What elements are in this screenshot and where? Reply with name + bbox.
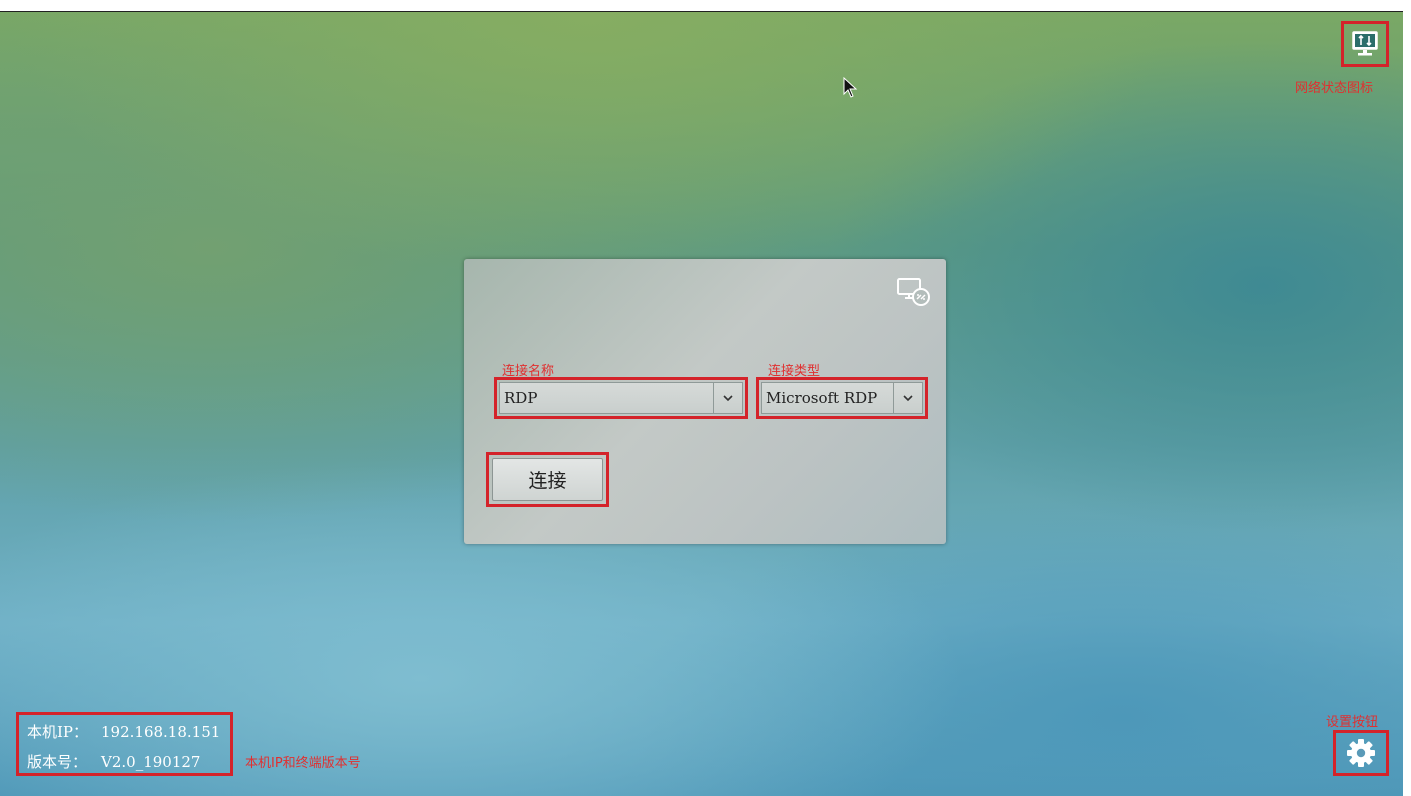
- ip-value: 192.168.18.151: [101, 723, 221, 741]
- top-border: [0, 0, 1411, 12]
- connect-button-frame: 连接: [486, 452, 609, 507]
- connection-name-value: RDP: [504, 389, 538, 407]
- settings-annotation: 设置按钮: [1326, 715, 1379, 730]
- settings-button[interactable]: [1333, 730, 1389, 776]
- ip-row: 本机IP： 192.168.18.151: [27, 717, 230, 747]
- connection-type-select[interactable]: Microsoft RDP: [756, 377, 928, 419]
- remote-desktop-icon[interactable]: [896, 277, 932, 307]
- network-status-button[interactable]: [1341, 21, 1389, 67]
- connection-name-dropdown[interactable]: RDP: [499, 382, 743, 414]
- version-row: 版本号： V2.0_190127: [27, 747, 230, 777]
- connection-name-select[interactable]: RDP: [494, 377, 748, 419]
- ip-label: 本机IP：: [27, 723, 89, 741]
- network-status-icon: [1352, 31, 1378, 56]
- connection-type-dropdown[interactable]: Microsoft RDP: [761, 382, 923, 414]
- connect-button[interactable]: 连接: [492, 458, 603, 501]
- version-label: 版本号：: [27, 753, 88, 771]
- terminal-info: 本机IP： 192.168.18.151 版本号： V2.0_190127: [16, 712, 233, 776]
- chevron-down-icon: [723, 394, 733, 401]
- version-value: V2.0_190127: [101, 753, 201, 771]
- connection-type-value: Microsoft RDP: [766, 389, 878, 407]
- gear-icon: [1347, 739, 1375, 767]
- connection-name-arrow[interactable]: [713, 383, 742, 413]
- connection-type-arrow[interactable]: [893, 383, 922, 413]
- right-margin: [1403, 0, 1411, 796]
- connection-dialog: 连接名称 连接类型 RDP Microsoft RDP 连接: [464, 259, 946, 544]
- mouse-cursor-icon: [843, 77, 858, 98]
- terminal-info-annotation: 本机IP和终端版本号: [245, 756, 361, 771]
- network-status-annotation: 网络状态图标: [1295, 81, 1374, 96]
- chevron-down-icon: [903, 394, 913, 401]
